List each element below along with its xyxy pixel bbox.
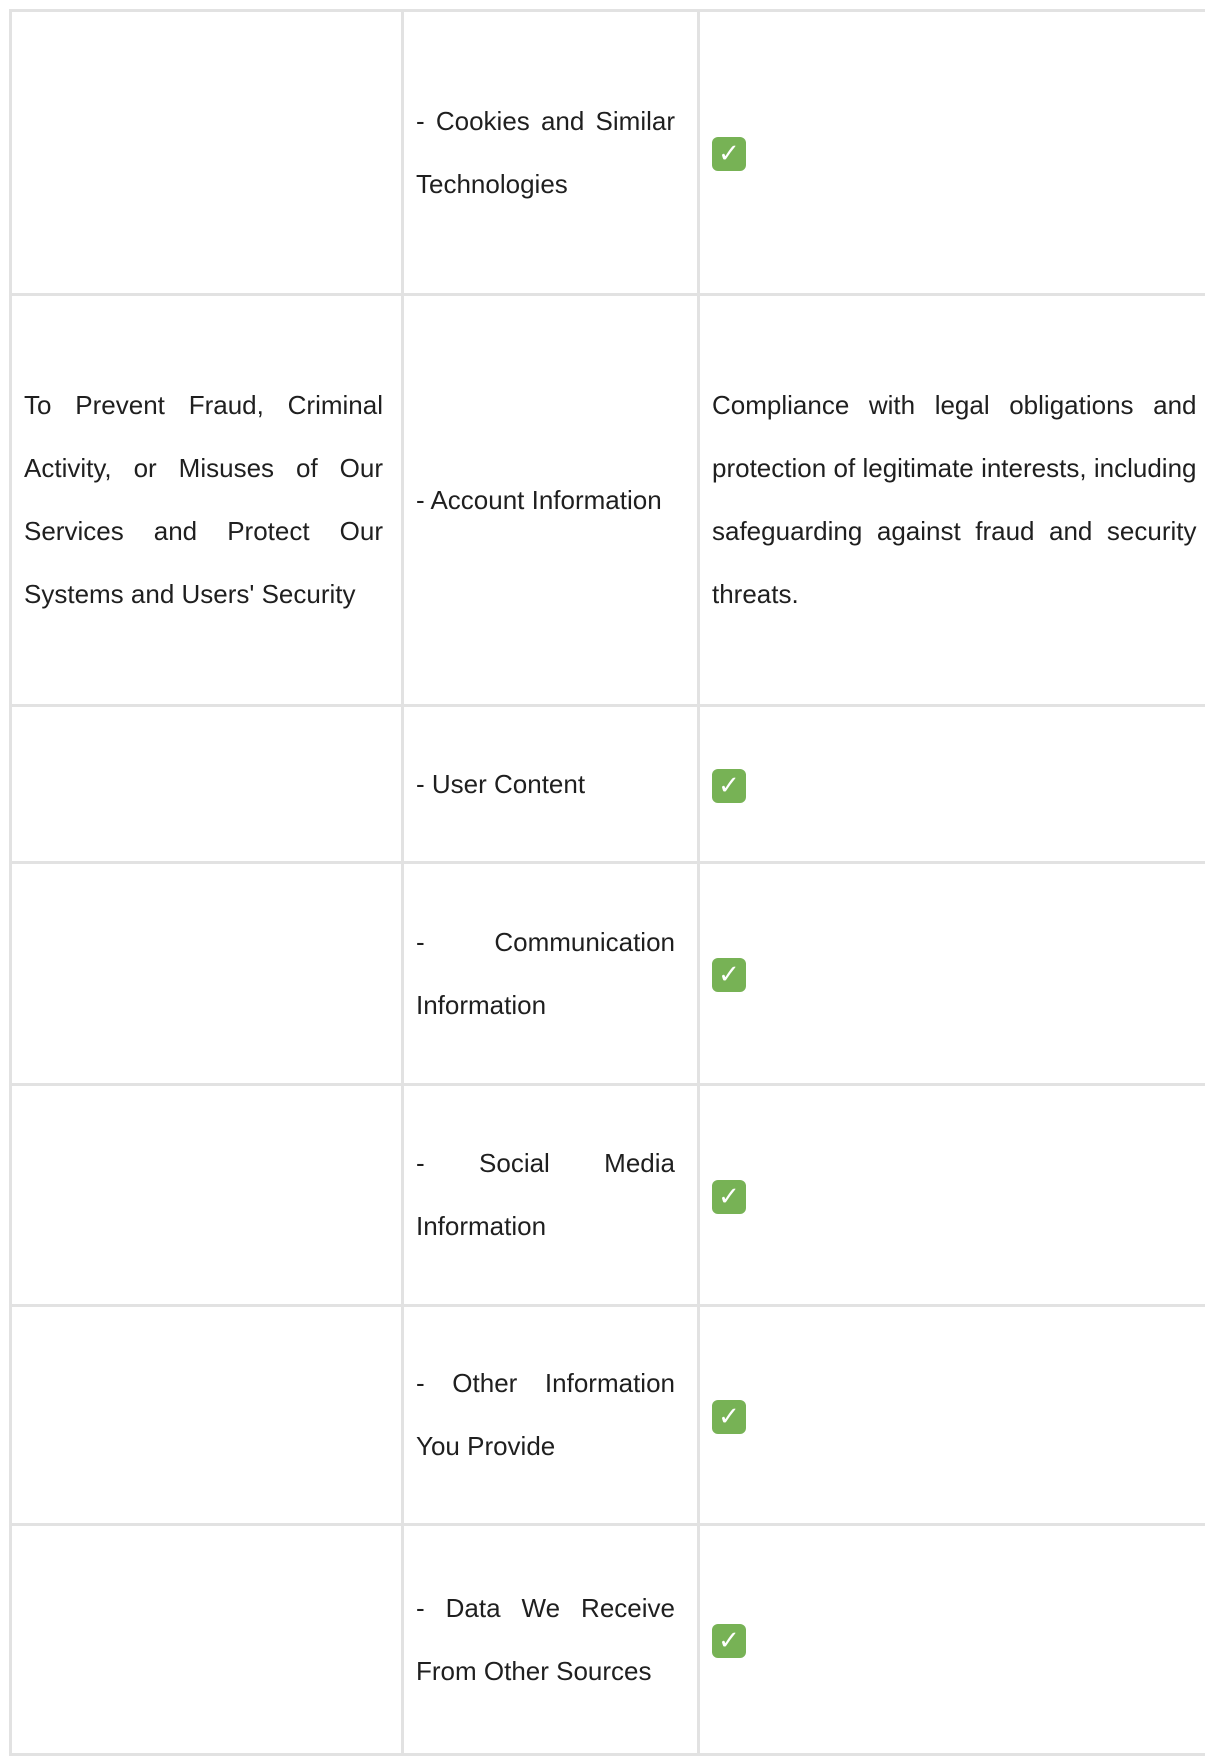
table-row: - Communication Information ✓ (11, 863, 1205, 1085)
category-cell: - Social Media Information (403, 1085, 699, 1306)
purpose-cell (11, 863, 403, 1085)
check-mark-icon: ✓ (712, 1624, 746, 1658)
purpose-cell (11, 1525, 403, 1755)
table-row: - Cookies and Similar Technologies ✓ (11, 11, 1205, 295)
legal-basis-cell: ✓ (699, 863, 1205, 1085)
data-processing-table: - Cookies and Similar Technologies ✓ To … (9, 9, 1205, 1756)
check-mark-icon: ✓ (712, 1400, 746, 1434)
legal-basis-cell: ✓ (699, 1525, 1205, 1755)
category-cell: - User Content (403, 706, 699, 863)
check-mark-icon: ✓ (712, 769, 746, 803)
category-cell: - Other Information You Provide (403, 1306, 699, 1525)
legal-basis-cell: ✓ (699, 11, 1205, 295)
check-mark-icon: ✓ (712, 137, 746, 171)
purpose-cell (11, 1085, 403, 1306)
table-row: - Social Media Information ✓ (11, 1085, 1205, 1306)
purpose-cell (11, 11, 403, 295)
legal-basis-cell: ✓ (699, 1306, 1205, 1525)
legal-basis-cell: ✓ (699, 706, 1205, 863)
category-cell: - Data We Receive From Other Sources (403, 1525, 699, 1755)
check-mark-icon: ✓ (712, 958, 746, 992)
category-cell: - Communication Information (403, 863, 699, 1085)
category-cell: - Account Information (403, 295, 699, 706)
table-row: - Data We Receive From Other Sources ✓ (11, 1525, 1205, 1755)
table-row: - User Content ✓ (11, 706, 1205, 863)
legal-basis-cell: ✓ (699, 1085, 1205, 1306)
table-row: - Other Information You Provide ✓ (11, 1306, 1205, 1525)
purpose-cell (11, 706, 403, 863)
purpose-cell (11, 1306, 403, 1525)
data-processing-table-container: - Cookies and Similar Technologies ✓ To … (9, 9, 1205, 1756)
purpose-cell: To Prevent Fraud, Criminal Activity, or … (11, 295, 403, 706)
check-mark-icon: ✓ (712, 1180, 746, 1214)
legal-basis-cell: Compliance with legal obligations and pr… (699, 295, 1205, 706)
table-row: To Prevent Fraud, Criminal Activity, or … (11, 295, 1205, 706)
category-cell: - Cookies and Similar Technologies (403, 11, 699, 295)
